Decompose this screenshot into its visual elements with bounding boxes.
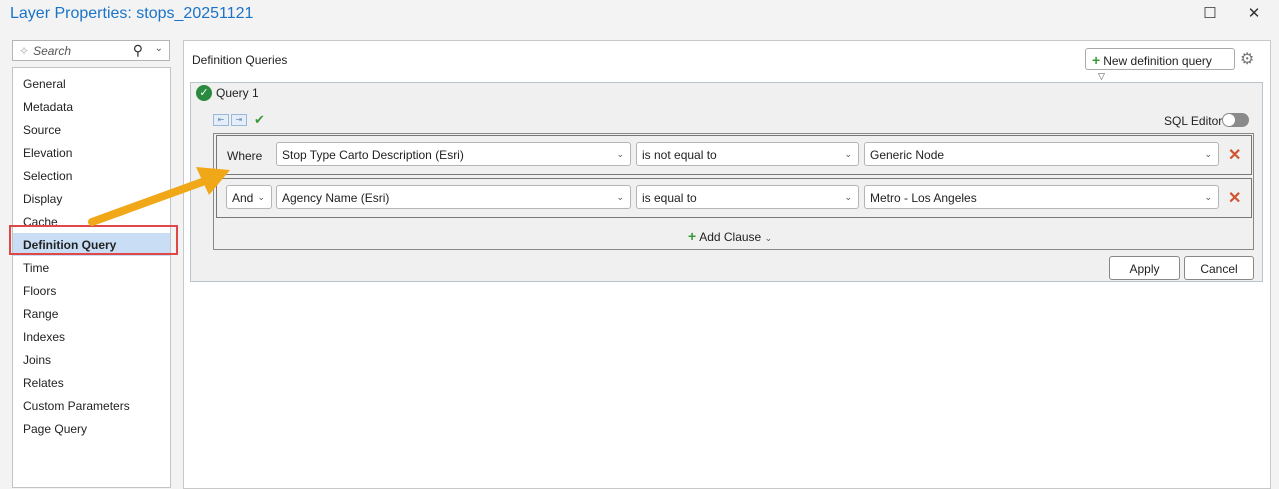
chevron-down-icon[interactable]: ⌄ [155, 43, 163, 54]
chevron-down-icon: ⌄ [1204, 192, 1212, 202]
maximize-button[interactable]: ☐ [1198, 4, 1222, 24]
field-select[interactable]: Agency Name (Esri) ⌄ [276, 185, 631, 209]
sidebar-item[interactable]: Range [13, 302, 170, 325]
delete-clause-icon[interactable]: ✕ [1228, 188, 1241, 208]
sidebar-item[interactable]: Page Query [13, 417, 170, 440]
cancel-button[interactable]: Cancel [1184, 256, 1254, 280]
new-query-label: New definition query [1103, 54, 1212, 68]
add-clause-button[interactable]: + Add Clause ⌄ [688, 228, 772, 244]
sidebar-item[interactable]: General [13, 72, 170, 95]
plus-icon: + [688, 228, 697, 244]
page-title: Definition Queries [192, 53, 288, 67]
apply-button[interactable]: Apply [1109, 256, 1180, 280]
chevron-down-icon: ⌄ [844, 192, 852, 202]
field-select[interactable]: Stop Type Carto Description (Esri) ⌄ [276, 142, 631, 166]
highlight-box [9, 225, 178, 255]
sidebar-item[interactable]: Floors [13, 279, 170, 302]
new-definition-query-button[interactable]: + New definition query ▽ [1085, 48, 1235, 81]
chevron-down-icon: ⌄ [616, 149, 624, 159]
indent-icon[interactable]: ⇥ [231, 114, 247, 126]
search-icon[interactable]: ⚲ [133, 42, 143, 59]
delete-clause-icon[interactable]: ✕ [1228, 145, 1241, 165]
sidebar-item[interactable]: Selection [13, 164, 170, 187]
search-input[interactable]: ✧ Search ⚲ ⌄ [12, 40, 170, 61]
sidebar-item[interactable]: Metadata [13, 95, 170, 118]
sidebar-item[interactable]: Source [13, 118, 170, 141]
sidebar-item[interactable]: Display [13, 187, 170, 210]
field-value: Agency Name (Esri) [282, 191, 390, 205]
outdent-icon[interactable]: ⇤ [213, 114, 229, 126]
add-clause-label: Add Clause [699, 230, 762, 244]
chevron-down-icon: ▽ [1098, 71, 1105, 81]
chevron-down-icon: ⌄ [1204, 149, 1212, 159]
chevron-down-icon: ⌄ [616, 192, 624, 202]
sql-editor-toggle[interactable] [1222, 113, 1249, 127]
window-title: Layer Properties: stops_20251121 [10, 5, 254, 22]
sidebar-item[interactable]: Relates [13, 371, 170, 394]
operator-value: is not equal to [642, 148, 717, 162]
sql-editor-label: SQL Editor [1164, 114, 1223, 128]
sidebar-item[interactable]: Custom Parameters [13, 394, 170, 417]
where-label: Where [227, 149, 263, 163]
operator-select[interactable]: is equal to ⌄ [636, 185, 859, 209]
field-value: Stop Type Carto Description (Esri) [282, 148, 464, 162]
sidebar-item[interactable]: Indexes [13, 325, 170, 348]
operator-select[interactable]: is not equal to ⌄ [636, 142, 859, 166]
verify-check-icon[interactable]: ✔ [254, 112, 265, 128]
value-select[interactable]: Generic Node ⌄ [864, 142, 1219, 166]
gear-icon[interactable]: ⚙ [1240, 49, 1254, 69]
connector-value: And [232, 191, 254, 205]
check-circle-icon: ✓ [196, 85, 212, 101]
plus-icon: + [1092, 52, 1101, 68]
value-select[interactable]: Metro - Los Angeles ⌄ [864, 185, 1219, 209]
sidebar-item[interactable]: Time [13, 256, 170, 279]
chevron-down-icon: ⌄ [257, 192, 265, 202]
sparkle-icon: ✧ [19, 44, 30, 58]
query-title: Query 1 [216, 86, 259, 100]
sidebar-item[interactable]: Joins [13, 348, 170, 371]
chevron-down-icon: ⌄ [844, 149, 852, 159]
value-value: Metro - Los Angeles [870, 191, 977, 205]
sidebar-item[interactable]: Elevation [13, 141, 170, 164]
sidebar-list: General Metadata Source Elevation Selection D… [12, 67, 171, 488]
connector-select[interactable]: And ⌄ [226, 185, 272, 209]
search-placeholder: Search [33, 44, 72, 58]
close-button[interactable]: ✕ [1242, 4, 1266, 24]
value-value: Generic Node [870, 148, 945, 162]
operator-value: is equal to [642, 191, 697, 205]
chevron-down-icon: ⌄ [764, 233, 773, 243]
